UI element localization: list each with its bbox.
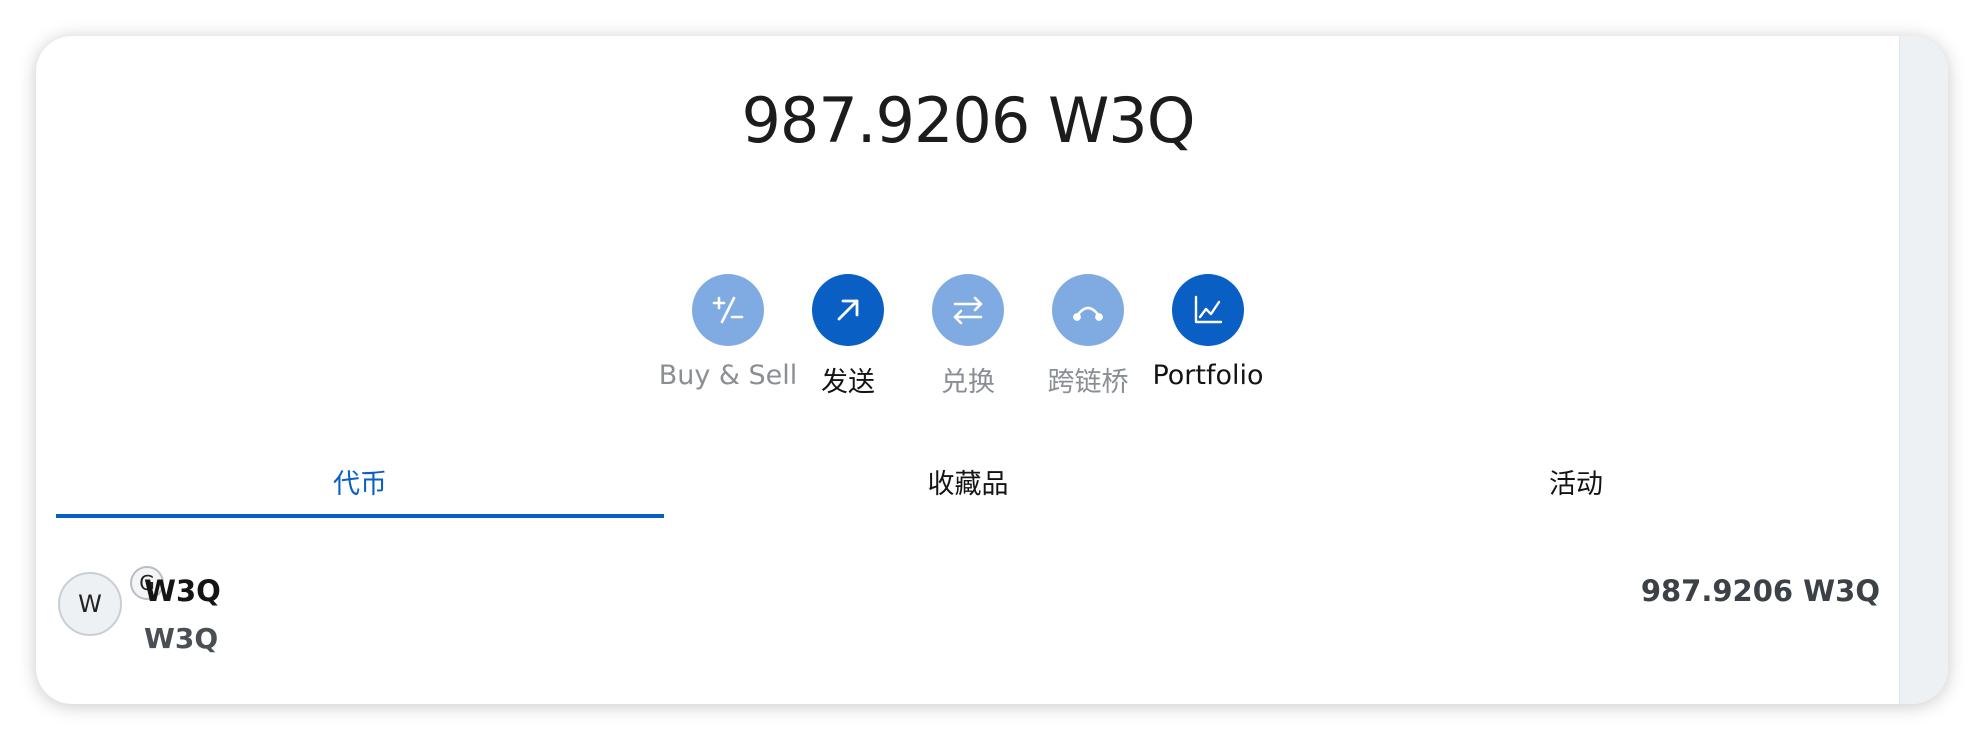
tab-activity[interactable]: 活动 bbox=[1272, 456, 1880, 518]
tab-collectibles[interactable]: 收藏品 bbox=[664, 456, 1272, 518]
token-amount: 987.9206 W3Q bbox=[1640, 574, 1880, 608]
send-label: 发送 bbox=[821, 367, 875, 398]
token-avatar: W bbox=[58, 572, 122, 636]
tab-tokens[interactable]: 代币 bbox=[56, 456, 664, 518]
portfolio-button[interactable]: Portfolio bbox=[1148, 274, 1268, 399]
bridge-label: 跨链桥 bbox=[1047, 367, 1129, 398]
balance-display: 987.9206 W3Q bbox=[741, 84, 1195, 157]
tab-bar: 代币 收藏品 活动 bbox=[56, 456, 1880, 518]
swap-button[interactable]: 兑换 bbox=[908, 274, 1028, 399]
scrollbar[interactable] bbox=[1899, 36, 1948, 704]
token-name: W3Q bbox=[144, 574, 221, 608]
plus-minus-icon bbox=[692, 274, 764, 346]
asset-row[interactable]: W G W3Q W3Q 987.9206 W3Q bbox=[56, 566, 1880, 670]
swap-arrows-icon bbox=[932, 274, 1004, 346]
swap-label: 兑换 bbox=[941, 367, 995, 398]
bridge-icon bbox=[1052, 274, 1124, 346]
portfolio-label: Portfolio bbox=[1152, 360, 1264, 391]
arrow-up-right-icon bbox=[812, 274, 884, 346]
action-bar: Buy & Sell 发送 兑换 跨链桥 Portfolio bbox=[36, 274, 1900, 399]
buy-sell-label: Buy & Sell bbox=[658, 360, 798, 391]
token-subtitle: W3Q bbox=[144, 622, 219, 655]
send-button[interactable]: 发送 bbox=[788, 274, 908, 399]
buy-sell-button[interactable]: Buy & Sell bbox=[659, 274, 797, 399]
chart-icon bbox=[1172, 274, 1244, 346]
bridge-button[interactable]: 跨链桥 bbox=[1028, 274, 1148, 399]
wallet-card: 987.9206 W3Q Buy & Sell 发送 兑换 跨链桥 Portfo… bbox=[36, 36, 1948, 704]
